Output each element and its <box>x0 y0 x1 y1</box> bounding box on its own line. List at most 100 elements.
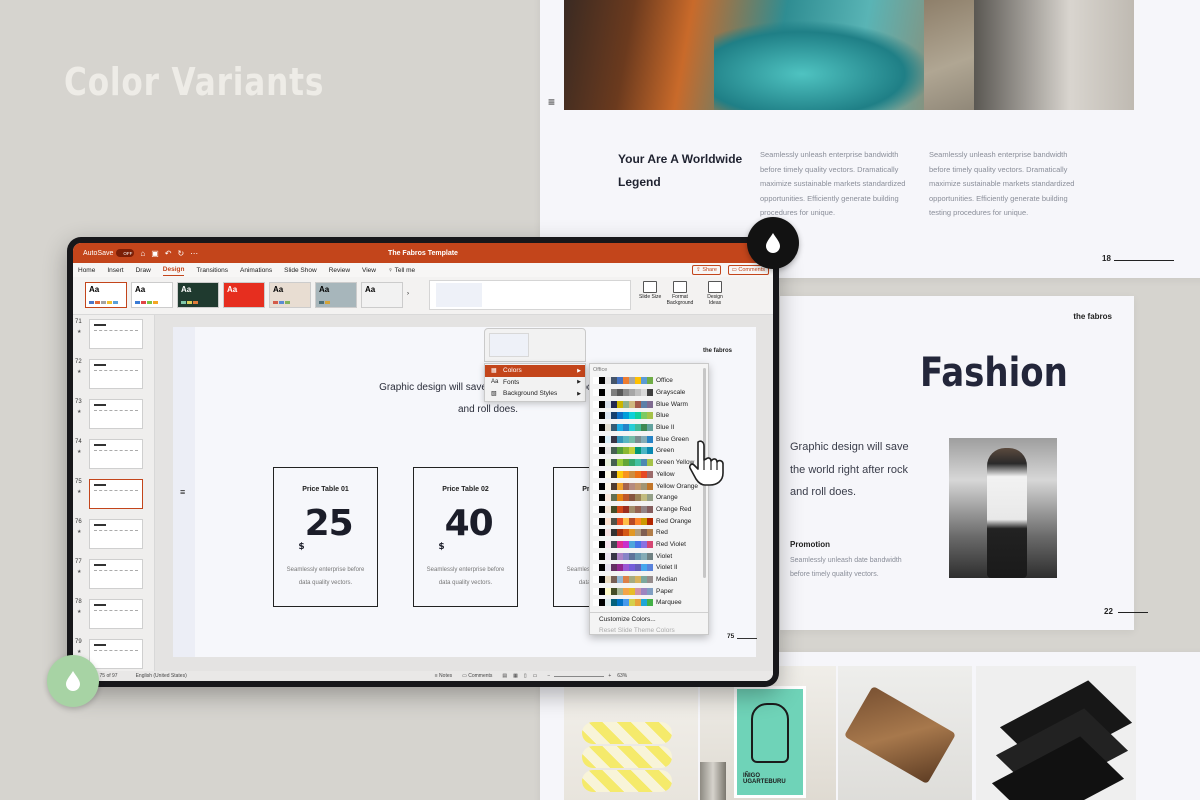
menu-item-background-styles[interactable]: ▧ Background Styles ▶ <box>485 388 585 400</box>
pointing-hand-icon <box>689 440 724 486</box>
menu-item-fonts[interactable]: Aa Fonts ▶ <box>485 377 585 389</box>
more-icon[interactable]: ⋯ <box>190 249 198 258</box>
theme-thumbnail[interactable]: Aa <box>131 282 173 308</box>
comments-toggle[interactable]: ▭ Comments <box>462 673 492 679</box>
autosave[interactable]: AutoSave OFF <box>83 249 135 257</box>
slide-size-label: Slide Size <box>639 294 662 300</box>
color-scheme-item[interactable]: Red <box>590 527 708 539</box>
slideshow-icon[interactable]: ▭ <box>533 673 538 679</box>
variant-preview[interactable] <box>489 333 529 357</box>
tab-view[interactable]: View <box>362 265 376 276</box>
color-scheme-item[interactable]: Violet II <box>590 562 708 574</box>
normal-view-icon[interactable]: ▤ <box>502 673 507 679</box>
slide-thumbnail[interactable] <box>89 359 143 389</box>
powerpoint-window: AutoSave OFF ⌂ ▣ ↶ ↻ ⋯ The Fabros Templa… <box>73 243 773 681</box>
slide-thumbnail[interactable] <box>89 559 143 589</box>
tab-draw[interactable]: Draw <box>136 265 151 276</box>
slide-size-button[interactable]: Slide Size <box>639 281 661 300</box>
menu-item-label: Colors <box>503 367 522 375</box>
customize-colors-item[interactable]: Customize Colors... <box>590 616 708 627</box>
theme-label: Aa <box>135 285 146 294</box>
color-scheme-item[interactable]: Blue Warm <box>590 398 708 410</box>
theme-thumbnail[interactable]: Aa <box>361 282 403 308</box>
color-swatch-strip <box>593 470 653 478</box>
reading-view-icon[interactable]: ▯ <box>524 673 527 679</box>
tab-design[interactable]: Design <box>162 264 185 276</box>
share-button[interactable]: ⇪ Share <box>692 265 721 275</box>
slide-sorter-icon[interactable]: ▦ <box>513 673 518 679</box>
color-scheme-item[interactable]: Blue <box>590 410 708 422</box>
language[interactable]: English (United States) <box>136 673 187 679</box>
tab-review[interactable]: Review <box>329 265 350 276</box>
variants-dropdown-menu: ▦ Colors ▶ Aa Fonts ▶ ▧ Background Styles ▶ <box>484 363 586 402</box>
star-icon: ★ <box>77 409 82 415</box>
chevron-right-icon[interactable]: › <box>407 291 409 297</box>
theme-thumbnail[interactable]: Aa <box>269 282 311 308</box>
color-scheme-item[interactable]: Orange Red <box>590 504 708 516</box>
menu-item-colors[interactable]: ▦ Colors ▶ <box>485 365 585 377</box>
zoom-level[interactable]: 63% <box>617 673 627 679</box>
theme-thumbnail[interactable]: Aa <box>315 282 357 308</box>
color-scheme-label: Office <box>656 377 673 385</box>
color-scheme-item[interactable]: Grayscale <box>590 387 708 399</box>
variants-gallery[interactable] <box>429 280 631 310</box>
slide-thumbnail[interactable] <box>89 439 143 469</box>
color-scheme-label: Red Violet <box>656 540 686 548</box>
currency-symbol: $ <box>438 542 444 552</box>
format-background-button[interactable]: Format Background <box>665 281 695 306</box>
tab-transitions[interactable]: Transitions <box>196 265 228 276</box>
color-scheme-item[interactable]: Red Orange <box>590 515 708 527</box>
droplet-icon <box>66 671 80 691</box>
variant-thumbnail[interactable] <box>436 283 482 307</box>
color-scheme-item[interactable]: Paper <box>590 585 708 597</box>
autosave-toggle[interactable]: OFF <box>116 249 135 257</box>
slide-thumbnail[interactable] <box>89 599 143 629</box>
notes-toggle[interactable]: ≡ Notes <box>435 673 452 679</box>
color-scheme-label: Violet II <box>656 564 678 572</box>
currency-symbol: $ <box>298 542 304 552</box>
tab-insert[interactable]: Insert <box>107 265 123 276</box>
slide-thumbnail[interactable] <box>89 319 143 349</box>
theme-thumbnail[interactable]: Aa <box>223 282 265 308</box>
color-scheme-label: Red <box>656 529 668 537</box>
slide-size-icon <box>643 281 658 293</box>
tell-me-search[interactable]: ♀ Tell me <box>388 265 415 276</box>
slide-thumbnail-selected[interactable] <box>89 479 143 509</box>
color-scheme-item[interactable]: Median <box>590 574 708 586</box>
zoom-slider[interactable] <box>554 675 605 677</box>
slide-thumbnail[interactable] <box>89 399 143 429</box>
color-scheme-item[interactable]: Office <box>590 375 708 387</box>
laptop-mockup: AutoSave OFF ⌂ ▣ ↶ ↻ ⋯ The Fabros Templa… <box>67 237 779 687</box>
thumb-number: 74 <box>75 439 82 445</box>
zoom-out-icon[interactable]: − <box>547 673 550 679</box>
theme-thumbnail[interactable]: Aa <box>177 282 219 308</box>
page-headline: Color Variants <box>64 60 325 104</box>
undo-icon[interactable]: ↶ <box>165 249 172 258</box>
tab-slide-show[interactable]: Slide Show <box>284 265 317 276</box>
slide-a-title: Your Are A Worldwide Legend <box>618 152 743 189</box>
color-scheme-item[interactable]: Orange <box>590 492 708 504</box>
theme-label: Aa <box>319 285 330 294</box>
tab-home[interactable]: Home <box>78 265 95 276</box>
save-icon[interactable]: ▣ <box>151 249 159 258</box>
slide-b-promo-text: Seamlessly unleash date bandwidth before… <box>790 557 902 578</box>
slide-thumbnail[interactable] <box>89 639 143 669</box>
color-scheme-label: Blue Green <box>656 435 689 443</box>
color-scheme-item[interactable]: Violet <box>590 550 708 562</box>
color-scheme-label: Paper <box>656 587 674 595</box>
theme-thumbnail[interactable]: Aa <box>85 282 127 308</box>
price-value: $25 <box>274 503 377 552</box>
home-icon[interactable]: ⌂ <box>140 249 145 258</box>
design-ideas-button[interactable]: Design Ideas <box>703 281 727 306</box>
color-scheme-label: Blue <box>656 412 670 420</box>
hamburger-icon: ≡ <box>548 95 556 109</box>
slide-b-promo-title: Promotion <box>790 540 830 549</box>
zoom-in-icon[interactable]: + <box>608 673 611 679</box>
color-scheme-item[interactable]: Blue II <box>590 422 708 434</box>
slide-thumbnail[interactable] <box>89 519 143 549</box>
price-table-title: Price Table 01 <box>302 486 349 493</box>
tab-animations[interactable]: Animations <box>240 265 272 276</box>
color-scheme-item[interactable]: Marquee <box>590 597 708 609</box>
redo-icon[interactable]: ↻ <box>177 249 184 258</box>
color-scheme-item[interactable]: Red Violet <box>590 539 708 551</box>
